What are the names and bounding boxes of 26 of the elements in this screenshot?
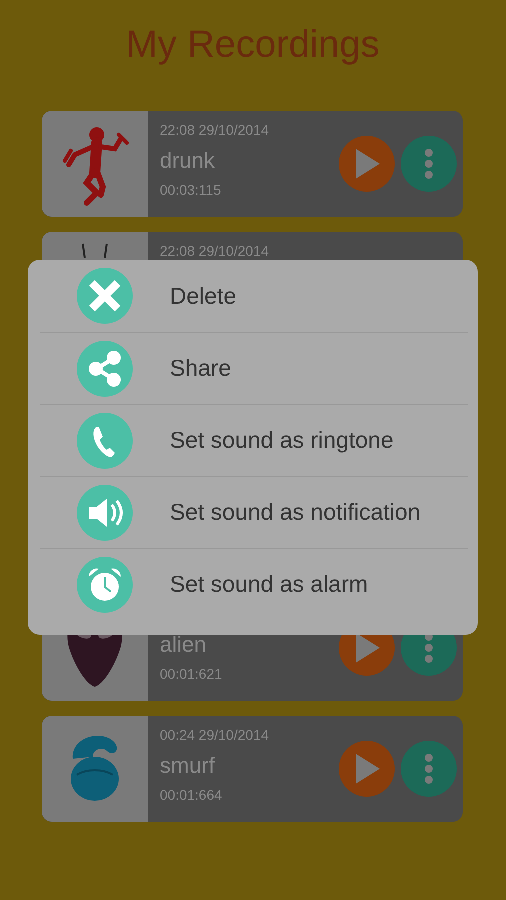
recording-name: drunk bbox=[160, 147, 216, 175]
recording-duration: 00:01:664 bbox=[160, 787, 224, 803]
recording-duration: 00:03:115 bbox=[160, 182, 222, 198]
play-icon bbox=[354, 149, 380, 179]
more-icon bbox=[425, 754, 433, 784]
menu-item[interactable]: Delete bbox=[40, 260, 468, 332]
menu-item[interactable]: Set sound as notification bbox=[40, 477, 468, 548]
recording-time: 22:08 29/10/2014 bbox=[160, 122, 270, 140]
menu-item[interactable]: Share bbox=[40, 333, 468, 404]
share-icon bbox=[77, 340, 133, 396]
recording-time: 22:08 29/10/2014 bbox=[160, 243, 270, 261]
speaker-icon bbox=[77, 484, 133, 540]
menu-item[interactable]: Set sound as alarm bbox=[40, 549, 468, 620]
recording-name: alien bbox=[160, 631, 208, 659]
menu-item[interactable]: Set sound as ringtone bbox=[40, 405, 468, 476]
play-icon bbox=[354, 633, 380, 663]
recording-time: 00:24 29/10/2014 bbox=[160, 727, 270, 745]
recording-name: smurf bbox=[160, 752, 216, 780]
recording-duration: 00:01:621 bbox=[160, 666, 224, 682]
play-icon bbox=[354, 754, 380, 784]
alarm-clock-icon bbox=[77, 556, 133, 612]
phone-icon bbox=[77, 412, 133, 468]
more-icon bbox=[425, 633, 433, 663]
close-icon bbox=[77, 268, 133, 324]
more-icon bbox=[425, 149, 433, 179]
antenna-icon bbox=[81, 243, 109, 259]
